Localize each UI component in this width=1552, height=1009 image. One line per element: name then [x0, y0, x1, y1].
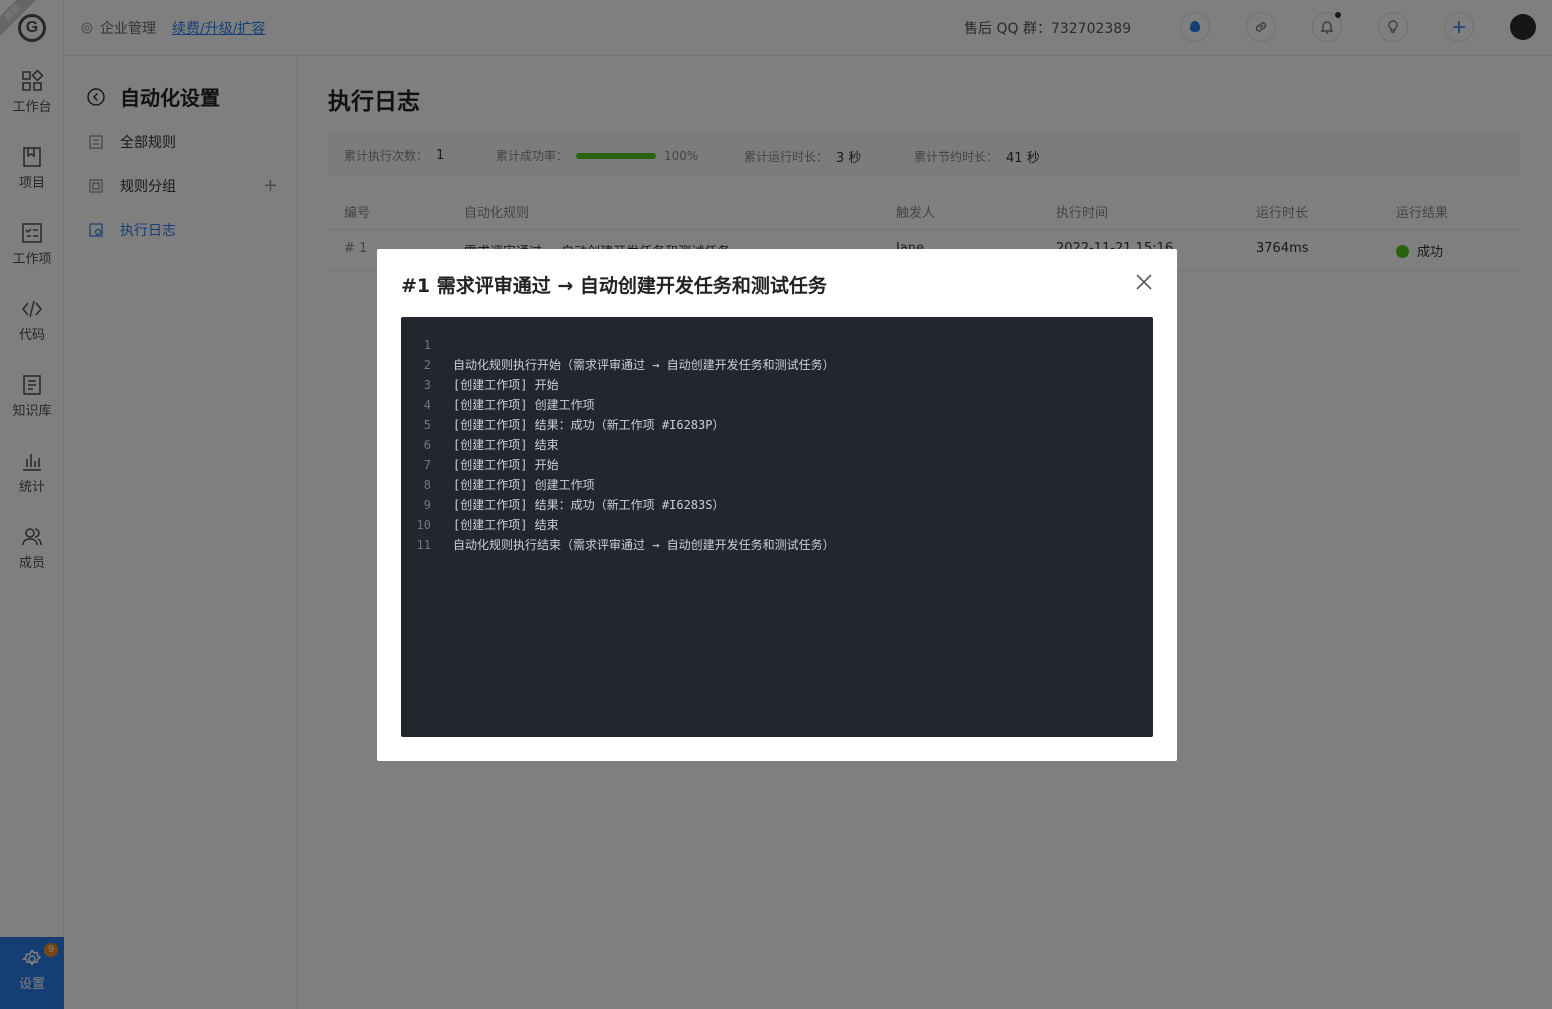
line-text: [创建工作项] 结束 — [453, 518, 559, 532]
line-number: 6 — [423, 438, 431, 452]
line-text: [创建工作项] 结果：成功（新工作项 #I6283S） — [453, 498, 725, 512]
line-number: 9 — [423, 498, 431, 512]
log-line: 8 [创建工作项] 创建工作项 — [401, 475, 1153, 495]
log-line: 3 [创建工作项] 开始 — [401, 375, 1153, 395]
line-text: [创建工作项] 创建工作项 — [453, 398, 595, 412]
line-number: 8 — [423, 478, 431, 492]
log-line: 2 自动化规则执行开始（需求评审通过 → 自动创建开发任务和测试任务） — [401, 355, 1153, 375]
log-code-view: 1 2 自动化规则执行开始（需求评审通过 → 自动创建开发任务和测试任务） 3 [创… — [401, 317, 1153, 737]
line-number: 10 — [416, 518, 431, 532]
line-number: 3 — [423, 378, 431, 392]
line-text: [创建工作项] 创建工作项 — [453, 478, 595, 492]
line-number: 2 — [423, 358, 431, 372]
line-text: [创建工作项] 开始 — [453, 378, 559, 392]
log-line: 7 [创建工作项] 开始 — [401, 455, 1153, 475]
log-line: 4 [创建工作项] 创建工作项 — [401, 395, 1153, 415]
log-line: 1 — [401, 335, 1153, 355]
line-text: 自动化规则执行结束（需求评审通过 → 自动创建开发任务和测试任务） — [453, 538, 835, 552]
line-text: [创建工作项] 结果：成功（新工作项 #I6283P） — [453, 418, 725, 432]
line-number: 7 — [423, 458, 431, 472]
log-line: 9 [创建工作项] 结果：成功（新工作项 #I6283S） — [401, 495, 1153, 515]
log-line: 11 自动化规则执行结束（需求评审通过 → 自动创建开发任务和测试任务） — [401, 535, 1153, 555]
line-text: 自动化规则执行开始（需求评审通过 → 自动创建开发任务和测试任务） — [453, 358, 835, 372]
line-text: [创建工作项] 结束 — [453, 438, 559, 452]
log-line: 10 [创建工作项] 结束 — [401, 515, 1153, 535]
log-line: 6 [创建工作项] 结束 — [401, 435, 1153, 455]
close-icon[interactable] — [1133, 271, 1155, 293]
modal-title: #1 需求评审通过 → 自动创建开发任务和测试任务 — [401, 275, 827, 297]
line-number: 4 — [423, 398, 431, 412]
line-text: [创建工作项] 开始 — [453, 458, 559, 472]
line-number: 5 — [423, 418, 431, 432]
line-number: 11 — [416, 538, 431, 552]
log-line: 5 [创建工作项] 结果：成功（新工作项 #I6283P） — [401, 415, 1153, 435]
log-detail-modal: #1 需求评审通过 → 自动创建开发任务和测试任务 1 2 自动化规则执行开始（需… — [377, 249, 1177, 761]
line-number: 1 — [423, 338, 431, 352]
